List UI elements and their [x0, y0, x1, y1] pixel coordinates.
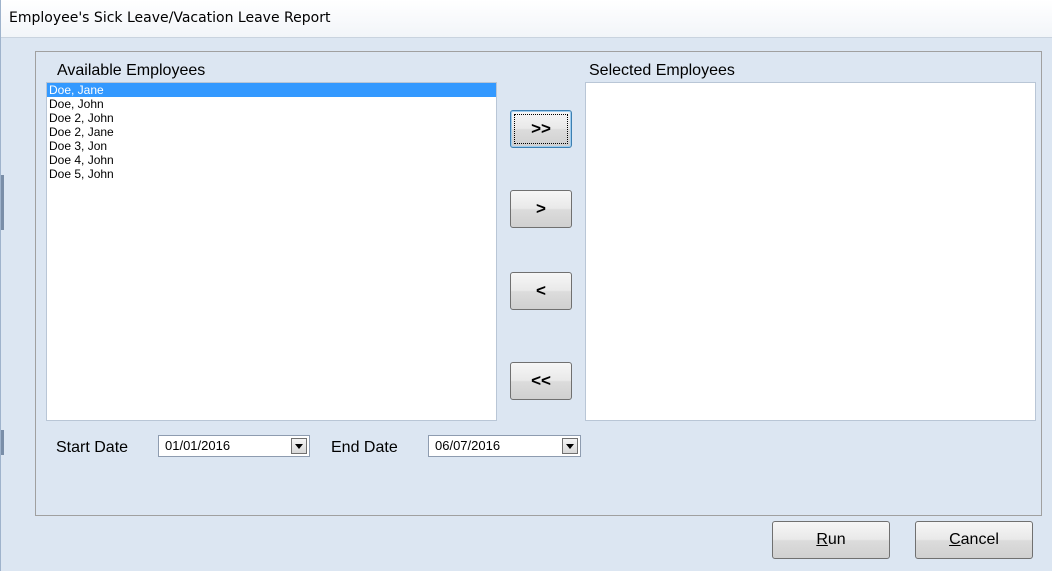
chevron-down-icon — [566, 443, 574, 449]
list-item[interactable]: Doe 4, John — [47, 153, 496, 167]
chevron-down-icon — [295, 443, 303, 449]
run-mnemonic: R — [816, 531, 828, 548]
window-title: Employee's Sick Leave/Vacation Leave Rep… — [9, 10, 331, 26]
remove-button[interactable]: < — [510, 272, 572, 310]
cancel-button[interactable]: Cancel — [915, 521, 1033, 559]
add-all-button[interactable]: >> — [510, 110, 572, 148]
list-item[interactable]: Doe, Jane — [47, 83, 496, 97]
cancel-mnemonic: C — [949, 531, 961, 548]
window-edge-mark — [1, 430, 4, 455]
list-item[interactable]: Doe 2, John — [47, 111, 496, 125]
start-date-dropdown-button[interactable] — [291, 438, 307, 454]
title-bar: Employee's Sick Leave/Vacation Leave Rep… — [1, 0, 1052, 38]
add-button[interactable]: > — [510, 190, 572, 228]
start-date-value: 01/01/2016 — [165, 438, 231, 453]
window-edge-mark — [1, 175, 4, 230]
end-date-dropdown-button[interactable] — [562, 438, 578, 454]
list-item[interactable]: Doe, John — [47, 97, 496, 111]
cancel-label-rest: ancel — [960, 531, 999, 548]
run-label-rest: un — [827, 531, 846, 548]
remove-all-button[interactable]: << — [510, 362, 572, 400]
available-employees-list[interactable]: Doe, Jane Doe, John Doe 2, John Doe 2, Jane… — [46, 82, 497, 421]
end-date-picker[interactable]: 06/07/2016 — [428, 435, 581, 457]
end-date-value: 06/07/2016 — [435, 438, 501, 453]
list-item[interactable]: Doe 5, John — [47, 167, 496, 181]
start-date-label: Start Date — [56, 439, 129, 456]
run-button[interactable]: Run — [772, 521, 890, 559]
report-dialog: Employee's Sick Leave/Vacation Leave Rep… — [0, 0, 1052, 571]
selected-employees-label: Selected Employees — [589, 62, 735, 79]
selected-employees-list[interactable] — [585, 82, 1036, 421]
end-date-label: End Date — [331, 439, 398, 456]
available-employees-label: Available Employees — [57, 62, 206, 79]
list-item[interactable]: Doe 2, Jane — [47, 125, 496, 139]
start-date-picker[interactable]: 01/01/2016 — [158, 435, 310, 457]
list-item[interactable]: Doe 3, Jon — [47, 139, 496, 153]
